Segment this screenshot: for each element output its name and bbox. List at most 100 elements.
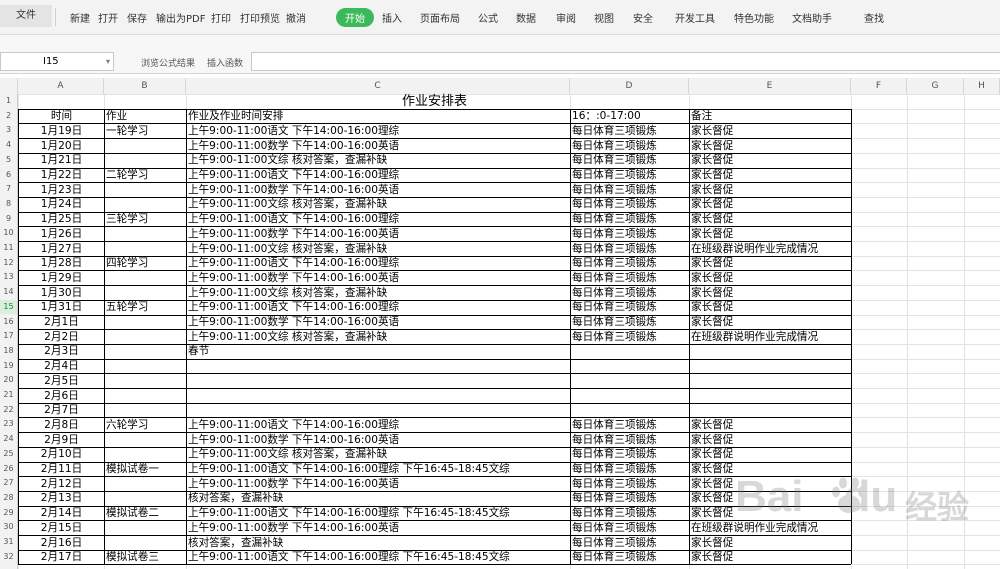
table-cell[interactable]: 上午9:00-11:00数学 下午14:00-16:00英语 bbox=[188, 227, 569, 242]
table-cell[interactable]: 三轮学习 bbox=[106, 212, 185, 227]
table-cell[interactable]: 1月28日 bbox=[20, 256, 103, 271]
row-header[interactable]: 13 bbox=[0, 270, 17, 285]
table-cell[interactable] bbox=[106, 433, 185, 448]
table-cell[interactable] bbox=[106, 521, 185, 536]
table-cell[interactable] bbox=[691, 403, 850, 418]
table-cell[interactable]: 1月20日 bbox=[20, 139, 103, 154]
table-cell[interactable]: 上午9:00-11:00文综 核对答案，查漏补缺 bbox=[188, 330, 569, 345]
row-header[interactable]: 10 bbox=[0, 226, 17, 241]
column-header-e[interactable]: E bbox=[689, 78, 851, 94]
table-cell[interactable]: 二轮学习 bbox=[106, 168, 185, 183]
table-cell[interactable] bbox=[106, 447, 185, 462]
table-cell[interactable]: 2月8日 bbox=[20, 418, 103, 433]
table-cell[interactable]: 2月13日 bbox=[20, 491, 103, 506]
table-cell[interactable]: 上午9:00-11:00文综 核对答案，查漏补缺 bbox=[188, 197, 569, 212]
menu-item-6[interactable]: 撤消 bbox=[286, 10, 306, 25]
row-header[interactable]: 30 bbox=[0, 520, 17, 535]
table-cell[interactable] bbox=[106, 153, 185, 168]
table-cell[interactable] bbox=[106, 315, 185, 330]
table-cell[interactable]: 家长督促 bbox=[691, 300, 850, 315]
table-cell[interactable]: 2月4日 bbox=[20, 359, 103, 374]
table-cell[interactable]: 家长督促 bbox=[691, 139, 850, 154]
table-cell[interactable]: 1月22日 bbox=[20, 168, 103, 183]
table-cell[interactable]: 核对答案，查漏补缺 bbox=[188, 491, 569, 506]
table-cell[interactable]: 1月24日 bbox=[20, 197, 103, 212]
row-header[interactable]: 21 bbox=[0, 388, 17, 403]
table-cell[interactable]: 家长督促 bbox=[691, 286, 850, 301]
row-header[interactable]: 14 bbox=[0, 285, 17, 300]
table-cell[interactable]: 上午9:00-11:00语文 下午14:00-16:00理综 下午16:45-1… bbox=[188, 506, 569, 521]
row-header[interactable]: 4 bbox=[0, 138, 17, 153]
sheet-title[interactable]: 作业安排表 bbox=[18, 94, 851, 109]
ribbon-tab-1[interactable]: 插入 bbox=[382, 10, 402, 25]
row-header[interactable]: 28 bbox=[0, 491, 17, 506]
header-cell[interactable]: 时间 bbox=[20, 109, 103, 124]
row-header[interactable]: 24 bbox=[0, 432, 17, 447]
table-cell[interactable]: 2月12日 bbox=[20, 477, 103, 492]
table-cell[interactable]: 2月15日 bbox=[20, 521, 103, 536]
table-cell[interactable]: 1月19日 bbox=[20, 124, 103, 139]
table-cell[interactable]: 五轮学习 bbox=[106, 300, 185, 315]
table-cell[interactable]: 每日体育三项锻炼 bbox=[572, 330, 688, 345]
table-cell[interactable]: 上午9:00-11:00文综 核对答案，查漏补缺 bbox=[188, 447, 569, 462]
table-cell[interactable]: 1月21日 bbox=[20, 153, 103, 168]
row-header[interactable]: 2 bbox=[0, 109, 17, 124]
ribbon-tab-4[interactable]: 数据 bbox=[516, 10, 536, 25]
table-cell[interactable]: 春节 bbox=[188, 344, 569, 359]
table-cell[interactable]: 模拟试卷二 bbox=[106, 506, 185, 521]
table-cell[interactable]: 上午9:00-11:00文综 核对答案，查漏补缺 bbox=[188, 286, 569, 301]
table-cell[interactable]: 每日体育三项锻炼 bbox=[572, 506, 688, 521]
table-cell[interactable]: 每日体育三项锻炼 bbox=[572, 256, 688, 271]
ribbon-tab-8[interactable]: 开发工具 bbox=[675, 10, 715, 25]
row-header[interactable]: 25 bbox=[0, 447, 17, 462]
table-cell[interactable] bbox=[188, 359, 569, 374]
table-cell[interactable]: 上午9:00-11:00数学 下午14:00-16:00英语 bbox=[188, 477, 569, 492]
row-header[interactable]: 23 bbox=[0, 417, 17, 432]
table-cell[interactable] bbox=[106, 271, 185, 286]
ribbon-tab-7[interactable]: 安全 bbox=[633, 10, 653, 25]
table-cell[interactable]: 每日体育三项锻炼 bbox=[572, 212, 688, 227]
row-header[interactable]: 31 bbox=[0, 535, 17, 550]
table-cell[interactable]: 每日体育三项锻炼 bbox=[572, 550, 688, 565]
row-header[interactable]: 12 bbox=[0, 256, 17, 271]
table-cell[interactable] bbox=[572, 403, 688, 418]
table-cell[interactable]: 家长督促 bbox=[691, 153, 850, 168]
row-header[interactable]: 7 bbox=[0, 182, 17, 197]
table-cell[interactable]: 1月27日 bbox=[20, 242, 103, 257]
column-header-a[interactable]: A bbox=[18, 78, 104, 94]
table-cell[interactable]: 上午9:00-11:00数学 下午14:00-16:00英语 bbox=[188, 315, 569, 330]
table-cell[interactable]: 模拟试卷三 bbox=[106, 550, 185, 565]
table-cell[interactable]: 1月30日 bbox=[20, 286, 103, 301]
select-all-corner[interactable] bbox=[0, 78, 18, 94]
row-header[interactable]: 6 bbox=[0, 168, 17, 183]
table-cell[interactable]: 家长督促 bbox=[691, 212, 850, 227]
row-header[interactable]: 19 bbox=[0, 359, 17, 374]
table-cell[interactable]: 上午9:00-11:00语文 下午14:00-16:00理综 bbox=[188, 124, 569, 139]
table-cell[interactable]: 每日体育三项锻炼 bbox=[572, 139, 688, 154]
table-cell[interactable]: 上午9:00-11:00数学 下午14:00-16:00英语 bbox=[188, 183, 569, 198]
table-cell[interactable]: 上午9:00-11:00语文 下午14:00-16:00理综 bbox=[188, 256, 569, 271]
table-cell[interactable]: 家长督促 bbox=[691, 418, 850, 433]
ribbon-tab-0[interactable]: 开始 bbox=[336, 8, 374, 27]
row-header[interactable]: 8 bbox=[0, 197, 17, 212]
table-cell[interactable] bbox=[106, 330, 185, 345]
table-cell[interactable] bbox=[106, 286, 185, 301]
table-cell[interactable]: 家长督促 bbox=[691, 197, 850, 212]
table-cell[interactable]: 2月6日 bbox=[20, 389, 103, 404]
header-cell[interactable]: 16：:0-17:00 bbox=[572, 109, 688, 124]
column-header-f[interactable]: F bbox=[851, 78, 907, 94]
table-cell[interactable]: 家长督促 bbox=[691, 124, 850, 139]
table-cell[interactable]: 1月26日 bbox=[20, 227, 103, 242]
table-cell[interactable]: 每日体育三项锻炼 bbox=[572, 153, 688, 168]
table-cell[interactable]: 2月11日 bbox=[20, 462, 103, 477]
menu-item-1[interactable]: 打开 bbox=[98, 10, 118, 25]
menu-item-5[interactable]: 打印预览 bbox=[240, 10, 280, 25]
table-cell[interactable]: 每日体育三项锻炼 bbox=[572, 300, 688, 315]
table-cell[interactable]: 1月23日 bbox=[20, 183, 103, 198]
row-header[interactable]: 15 bbox=[0, 299, 17, 315]
header-cell[interactable]: 备注 bbox=[691, 109, 850, 124]
browse-formula-result-button[interactable]: 浏览公式结果 bbox=[141, 56, 195, 69]
table-cell[interactable]: 每日体育三项锻炼 bbox=[572, 418, 688, 433]
table-cell[interactable] bbox=[106, 242, 185, 257]
table-cell[interactable] bbox=[106, 197, 185, 212]
